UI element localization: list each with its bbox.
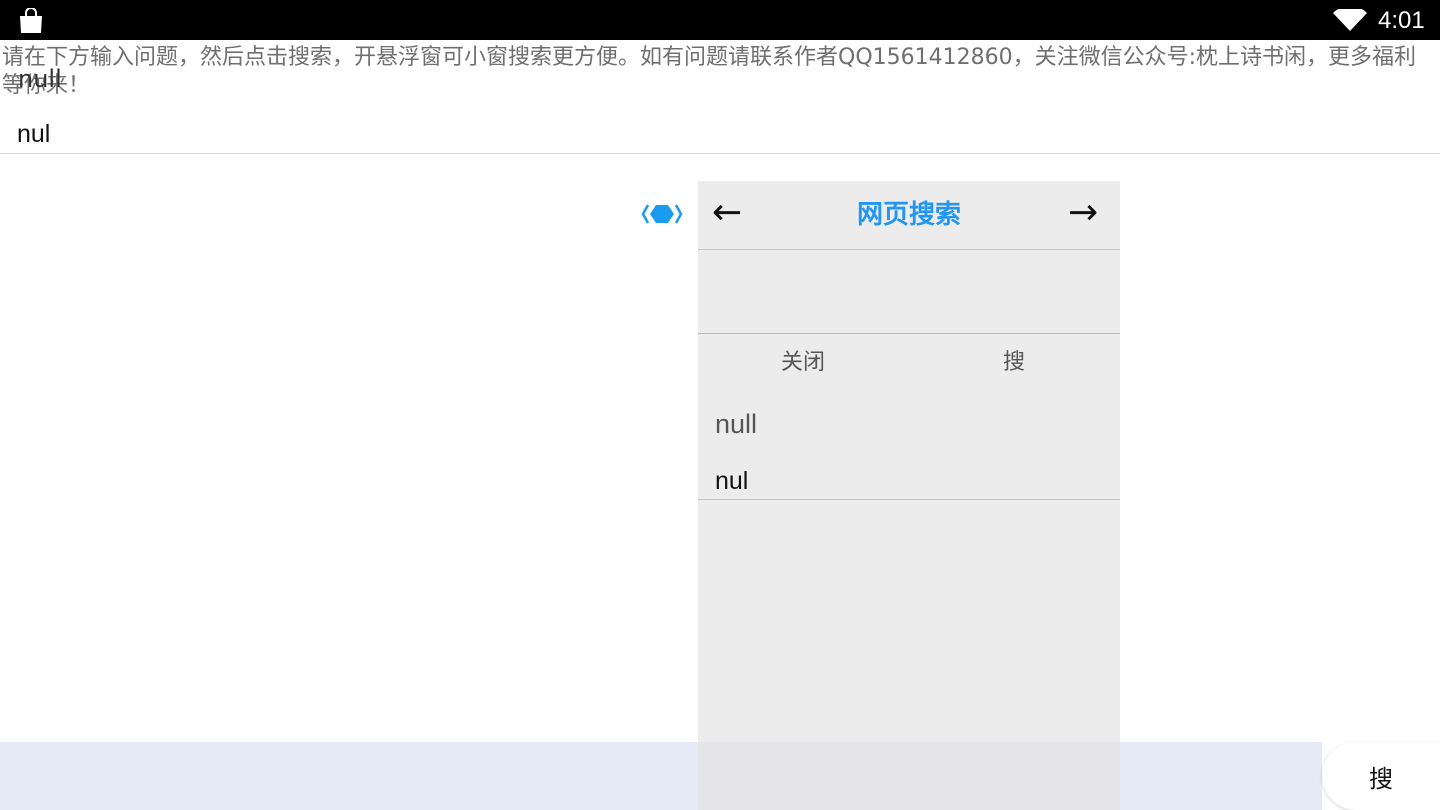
status-bar: 4:01 xyxy=(0,0,1440,40)
bottom-search-button[interactable]: 搜 xyxy=(1322,742,1440,810)
question-input[interactable] xyxy=(0,114,1440,154)
panel-header: ← 网页搜索 → xyxy=(698,181,1120,250)
status-time: 4:01 xyxy=(1378,7,1425,34)
forward-arrow-icon[interactable]: → xyxy=(1068,193,1098,233)
close-button[interactable]: 关闭 xyxy=(723,343,883,383)
float-window-handle-icon[interactable] xyxy=(641,200,683,228)
shopping-bag-icon xyxy=(20,8,42,33)
bottom-bar xyxy=(0,742,1322,810)
instruction-text: 请在下方输入问题，然后点击搜索，开悬浮窗可小窗搜索更方便。如有问题请联系作者QQ… xyxy=(2,45,1417,98)
panel-result-null: null xyxy=(715,409,758,439)
panel-search-input[interactable] xyxy=(698,250,1120,334)
panel-title: 网页搜索 xyxy=(856,200,961,230)
overlap-null-text: null xyxy=(18,65,62,93)
panel-search-button[interactable]: 搜 xyxy=(934,343,1094,383)
panel-result-nul: nul xyxy=(698,460,1120,500)
floating-search-panel: ← 网页搜索 → 关闭 搜 null nul xyxy=(698,181,1120,810)
wifi-icon xyxy=(1333,9,1367,31)
panel-bottom-overlay xyxy=(698,742,1120,810)
